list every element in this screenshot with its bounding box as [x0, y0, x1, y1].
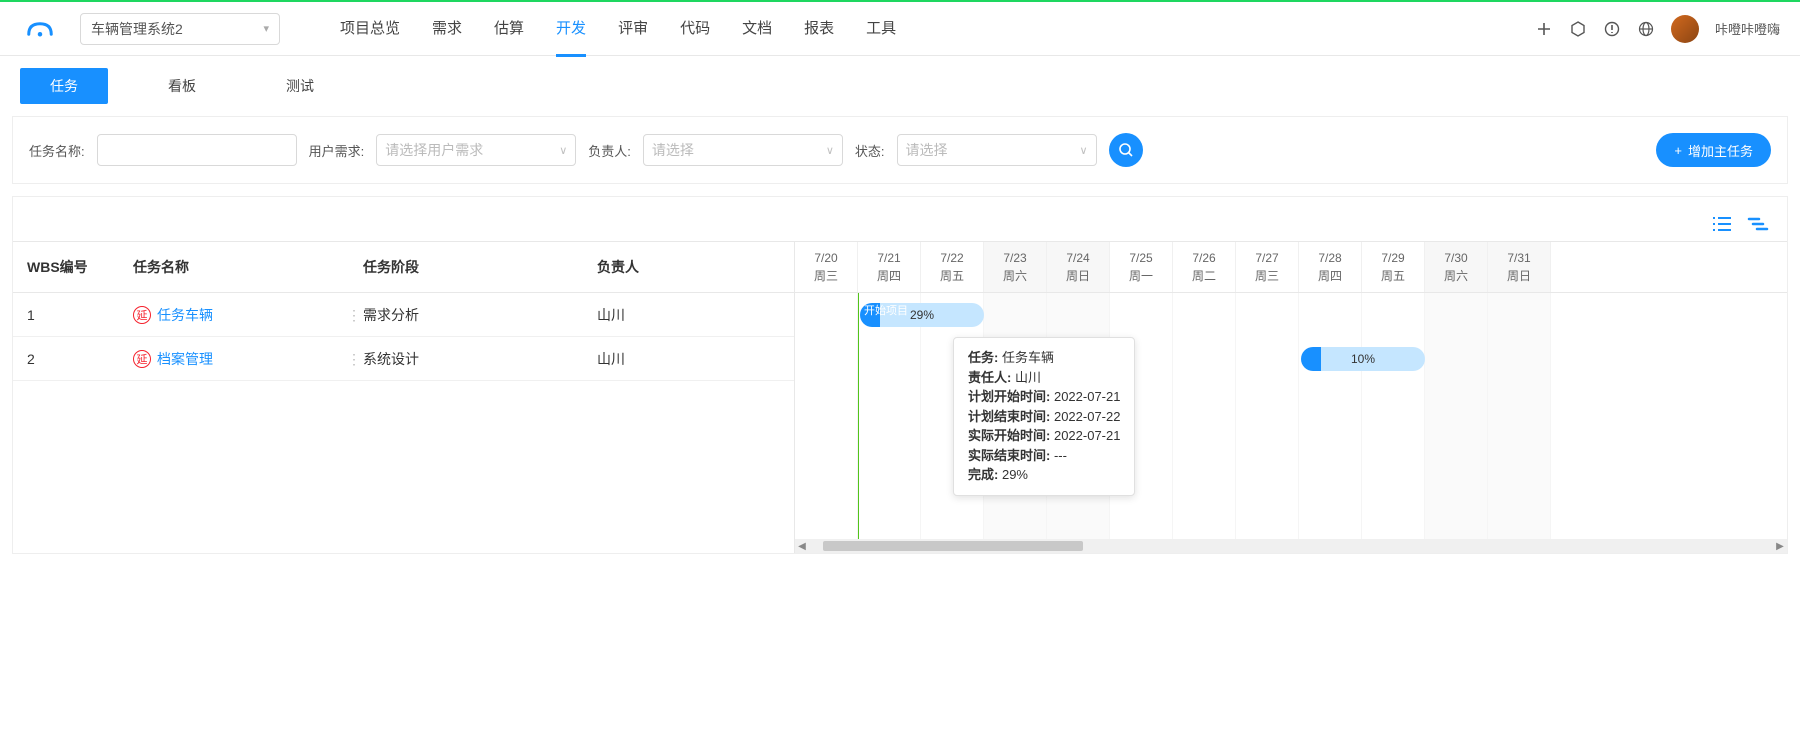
task-link[interactable]: 档案管理: [157, 349, 213, 369]
gantt-col-header: 7/23周六: [984, 242, 1047, 292]
status-placeholder: 请选择: [906, 140, 948, 160]
nav-item[interactable]: 报表: [804, 1, 834, 57]
gantt-body: 开始项目 29% 10% 任务: 任务车辆 责任人: 山川 计划开始时间: 20…: [795, 293, 1787, 553]
add-main-task-label: 增加主任务: [1688, 141, 1753, 160]
user-name: 咔噔咔噔嗨: [1715, 19, 1780, 38]
col-header-phase: 任务阶段: [363, 257, 593, 277]
main-nav: 项目总览需求估算开发评审代码文档报表工具: [340, 1, 896, 57]
search-button[interactable]: [1109, 133, 1143, 167]
sub-tab[interactable]: 测试: [256, 68, 344, 104]
hexagon-icon[interactable]: [1569, 20, 1587, 38]
project-select-value: 车辆管理系统2: [91, 19, 183, 39]
scroll-left-arrow[interactable]: ◀: [795, 539, 809, 553]
nav-item[interactable]: 文档: [742, 1, 772, 57]
gantt-row: 10%: [795, 337, 1787, 381]
nav-item[interactable]: 项目总览: [340, 1, 400, 57]
scroll-right-arrow[interactable]: ▶: [1773, 539, 1787, 553]
table-header: WBS编号 任务名称 任务阶段 负责人: [13, 241, 794, 293]
gantt-header: 7/20周三7/21周四7/22周五7/23周六7/24周日7/25周一7/26…: [795, 241, 1787, 293]
gantt-bar[interactable]: 开始项目 29%: [860, 303, 984, 327]
table-row: 2延档案管理⋮系统设计山川: [13, 337, 794, 381]
chevron-down-icon: ∨: [559, 144, 567, 157]
cell-wbs: 2: [13, 351, 133, 367]
cell-owner: 山川: [593, 349, 753, 369]
globe-icon[interactable]: [1637, 20, 1655, 38]
avatar[interactable]: [1671, 15, 1699, 43]
gantt-bar-label: 开始项目: [864, 302, 908, 318]
nav-item[interactable]: 需求: [432, 1, 462, 57]
gantt-col-header: 7/30周六: [1425, 242, 1488, 292]
gantt-col-header: 7/26周二: [1173, 242, 1236, 292]
add-main-task-button[interactable]: + 增加主任务: [1656, 133, 1771, 167]
task-table: WBS编号 任务名称 任务阶段 负责人 1延任务车辆⋮需求分析山川2延档案管理⋮…: [13, 241, 795, 553]
col-header-name: 任务名称: [133, 257, 363, 277]
nav-item[interactable]: 代码: [680, 1, 710, 57]
project-select[interactable]: 车辆管理系统2 ▾: [80, 13, 280, 45]
col-header-wbs: WBS编号: [13, 257, 133, 277]
app-logo[interactable]: [20, 14, 60, 44]
gantt-tooltip: 任务: 任务车辆 责任人: 山川 计划开始时间: 2022-07-21 计划结束…: [953, 337, 1135, 496]
split-panel: WBS编号 任务名称 任务阶段 负责人 1延任务车辆⋮需求分析山川2延档案管理⋮…: [13, 241, 1787, 553]
gantt-col-header: 7/27周三: [1236, 242, 1299, 292]
col-header-owner: 负责人: [593, 257, 753, 277]
content: WBS编号 任务名称 任务阶段 负责人 1延任务车辆⋮需求分析山川2延档案管理⋮…: [12, 196, 1788, 554]
gantt-col-header: 7/31周日: [1488, 242, 1551, 292]
nav-item[interactable]: 评审: [618, 1, 648, 57]
gantt-col-header: 7/22周五: [921, 242, 984, 292]
alert-icon[interactable]: [1603, 20, 1621, 38]
late-badge: 延: [133, 306, 151, 324]
gantt-col-header: 7/20周三: [795, 242, 858, 292]
gantt-col-header: 7/24周日: [1047, 242, 1110, 292]
gantt-row: 开始项目 29%: [795, 293, 1787, 337]
plus-icon[interactable]: [1535, 20, 1553, 38]
gantt-bar-pct: 10%: [1301, 352, 1425, 366]
sub-nav: 任务看板测试: [0, 56, 1800, 116]
cell-phase: ⋮系统设计: [363, 349, 593, 369]
gantt-panel: 7/20周三7/21周四7/22周五7/23周六7/24周日7/25周一7/26…: [795, 241, 1787, 553]
owner-label: 负责人:: [588, 141, 631, 160]
drag-handle-icon[interactable]: ⋮: [347, 356, 361, 362]
view-toolbar: [13, 197, 1787, 241]
chevron-down-icon: ∨: [1079, 144, 1087, 157]
chevron-down-icon: ∨: [826, 144, 834, 157]
gantt-col-header: 7/28周四: [1299, 242, 1362, 292]
plus-icon: +: [1674, 143, 1682, 158]
nav-item[interactable]: 开发: [556, 1, 586, 57]
cell-name: 延档案管理: [133, 349, 363, 369]
task-link[interactable]: 任务车辆: [157, 305, 213, 325]
late-badge: 延: [133, 350, 151, 368]
task-name-input[interactable]: [97, 134, 297, 166]
gantt-col-header: 7/25周一: [1110, 242, 1173, 292]
cell-wbs: 1: [13, 307, 133, 323]
owner-select[interactable]: 请选择 ∨: [643, 134, 843, 166]
drag-handle-icon[interactable]: ⋮: [347, 312, 361, 318]
status-select[interactable]: 请选择 ∨: [897, 134, 1097, 166]
table-row: 1延任务车辆⋮需求分析山川: [13, 293, 794, 337]
user-req-label: 用户需求:: [309, 141, 365, 160]
cell-phase: ⋮需求分析: [363, 305, 593, 325]
status-label: 状态:: [855, 141, 885, 160]
nav-item[interactable]: 估算: [494, 1, 524, 57]
gantt-scrollbar[interactable]: ◀ ▶: [795, 539, 1787, 553]
gantt-col-header: 7/21周四: [858, 242, 921, 292]
gantt-bar[interactable]: 10%: [1301, 347, 1425, 371]
cell-owner: 山川: [593, 305, 753, 325]
cell-name: 延任务车辆: [133, 305, 363, 325]
topbar-right: 咔噔咔噔嗨: [1535, 15, 1780, 43]
owner-placeholder: 请选择: [652, 140, 694, 160]
topbar: 车辆管理系统2 ▾ 项目总览需求估算开发评审代码文档报表工具 咔噔咔噔嗨: [0, 0, 1800, 56]
user-req-select[interactable]: 请选择用户需求 ∨: [376, 134, 576, 166]
gantt-view-icon[interactable]: [1747, 215, 1769, 233]
chevron-down-icon: ▾: [263, 22, 269, 35]
sub-tab[interactable]: 任务: [20, 68, 108, 104]
scroll-thumb[interactable]: [823, 541, 1083, 551]
user-req-placeholder: 请选择用户需求: [385, 140, 483, 160]
filter-bar: 任务名称: 用户需求: 请选择用户需求 ∨ 负责人: 请选择 ∨ 状态: 请选择…: [12, 116, 1788, 184]
list-view-icon[interactable]: [1711, 215, 1733, 233]
sub-tab[interactable]: 看板: [138, 68, 226, 104]
gantt-col-header: 7/29周五: [1362, 242, 1425, 292]
task-name-label: 任务名称:: [29, 141, 85, 160]
nav-item[interactable]: 工具: [866, 1, 896, 57]
